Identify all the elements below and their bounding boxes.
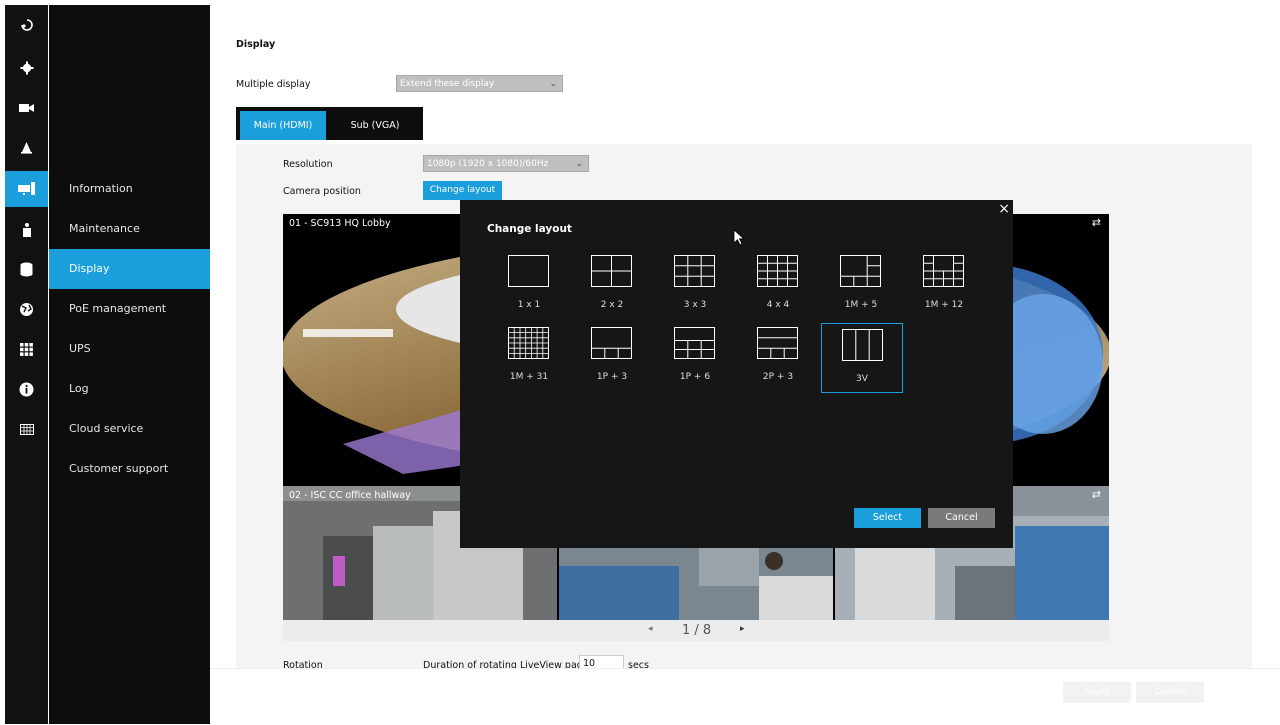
- multiple-display-value: Extend these display: [400, 79, 495, 89]
- next-page-icon[interactable]: ▸: [740, 624, 745, 634]
- grid-icon[interactable]: [5, 331, 48, 367]
- layout-option-2p-3[interactable]: 2P + 3: [737, 322, 819, 392]
- menu-item-cloud-service[interactable]: Cloud service: [49, 409, 210, 449]
- multiple-display-select[interactable]: Extend these display ⌄: [396, 75, 563, 92]
- layout-option-1x1[interactable]: 1 x 1: [488, 250, 570, 320]
- layout-label: 1P + 3: [596, 372, 628, 382]
- apply-button[interactable]: Apply: [1063, 682, 1131, 703]
- layout-label: 2P + 3: [762, 372, 794, 382]
- camera-caption-2: 02 - ISC CC office hallway: [289, 490, 411, 501]
- info-icon[interactable]: [5, 371, 48, 407]
- menu-item-ups[interactable]: UPS: [49, 329, 210, 369]
- layout-1m-31-icon: [508, 327, 549, 359]
- chevron-down-icon: ⌄: [575, 159, 583, 169]
- layout-label: 4 x 4: [766, 300, 790, 310]
- calendar-icon[interactable]: [5, 411, 48, 447]
- layout-2x2-icon: [591, 255, 632, 287]
- resolution-select[interactable]: 1080p (1920 x 1080)/60Hz ⌄: [423, 155, 589, 172]
- layout-1x1-icon: [508, 255, 549, 287]
- layout-label: 1P + 6: [679, 372, 711, 382]
- layout-option-1m-31[interactable]: 1M + 31: [488, 322, 570, 392]
- camera-icon[interactable]: [5, 90, 48, 126]
- user-icon[interactable]: [5, 211, 48, 247]
- layout-label: 3 x 3: [683, 300, 707, 310]
- layout-label: 2 x 2: [600, 300, 624, 310]
- menu-item-maintenance[interactable]: Maintenance: [49, 209, 210, 249]
- footer-bar: Apply Cancel: [210, 668, 1280, 725]
- change-layout-dialog: Change layout × 1 x 1 2 x 2 3 x 3 4 x 4 …: [460, 200, 1013, 548]
- layout-option-4x4[interactable]: 4 x 4: [737, 250, 819, 320]
- dialog-title: Change layout: [487, 223, 572, 235]
- menu-item-log[interactable]: Log: [49, 369, 210, 409]
- layout-option-2x2[interactable]: 2 x 2: [571, 250, 653, 320]
- resolution-value: 1080p (1920 x 1080)/60Hz: [427, 159, 549, 169]
- prev-page-icon[interactable]: ◂: [648, 624, 653, 634]
- gear-icon[interactable]: [5, 50, 48, 86]
- pager: ◂ 1 / 8 ▸: [283, 620, 1109, 641]
- layout-label: 3V: [856, 374, 868, 384]
- layout-4x4-icon: [757, 255, 798, 287]
- swap-icon[interactable]: ⇄: [1092, 216, 1101, 229]
- display-icon[interactable]: [5, 171, 48, 207]
- change-layout-button[interactable]: Change layout: [423, 181, 502, 200]
- swap-icon[interactable]: ⇄: [1092, 488, 1101, 501]
- dialog-cancel-button[interactable]: Cancel: [928, 508, 995, 528]
- layout-option-1p-3[interactable]: 1P + 3: [571, 322, 653, 392]
- camera-caption-1: 01 - SC913 HQ Lobby: [289, 218, 391, 229]
- layout-2p-3-icon: [757, 327, 798, 359]
- tab-sub-vga[interactable]: Sub (VGA): [332, 111, 418, 140]
- page-title: Display: [236, 39, 276, 50]
- layout-1m-12-icon: [923, 255, 964, 287]
- mouse-cursor-icon: [733, 229, 745, 245]
- layout-3x3-icon: [674, 255, 715, 287]
- settings-menu: Information Maintenance Display PoE mana…: [49, 5, 210, 724]
- layout-1p-6-icon: [674, 327, 715, 359]
- close-icon[interactable]: ×: [998, 201, 1010, 217]
- bell-icon[interactable]: [5, 130, 48, 166]
- menu-item-information[interactable]: Information: [49, 169, 210, 209]
- page-indicator: 1 / 8: [682, 623, 712, 638]
- display-tabs: Main (HDMI) Sub (VGA): [236, 107, 423, 140]
- layout-1m-5-icon: [840, 255, 881, 287]
- select-button[interactable]: Select: [854, 508, 921, 528]
- resolution-label: Resolution: [283, 159, 333, 170]
- layout-3v-icon: [842, 329, 883, 361]
- menu-item-customer-support[interactable]: Customer support: [49, 449, 210, 489]
- chevron-down-icon: ⌄: [549, 79, 557, 89]
- menu-item-display[interactable]: Display: [49, 249, 210, 289]
- layout-label: 1M + 12: [924, 300, 964, 310]
- layout-option-3v[interactable]: 3V: [821, 323, 903, 393]
- layout-label: 1M + 5: [844, 300, 878, 310]
- menu-item-poe-management[interactable]: PoE management: [49, 289, 210, 329]
- database-icon[interactable]: [5, 251, 48, 287]
- layout-label: 1M + 31: [509, 372, 549, 382]
- layout-1p-3-icon: [591, 327, 632, 359]
- layout-label: 1 x 1: [517, 300, 541, 310]
- layout-option-1m-5[interactable]: 1M + 5: [820, 250, 902, 320]
- tab-main-hdmi[interactable]: Main (HDMI): [240, 111, 326, 140]
- icon-rail: [5, 5, 48, 724]
- globe-icon[interactable]: [5, 291, 48, 327]
- camera-position-label: Camera position: [283, 186, 361, 197]
- layout-option-1p-6[interactable]: 1P + 6: [654, 322, 736, 392]
- cancel-button[interactable]: Cancel: [1136, 682, 1204, 703]
- layout-option-1m-12[interactable]: 1M + 12: [903, 250, 985, 320]
- refresh-icon[interactable]: [5, 7, 48, 43]
- layout-option-3x3[interactable]: 3 x 3: [654, 250, 736, 320]
- multiple-display-label: Multiple display: [236, 79, 311, 90]
